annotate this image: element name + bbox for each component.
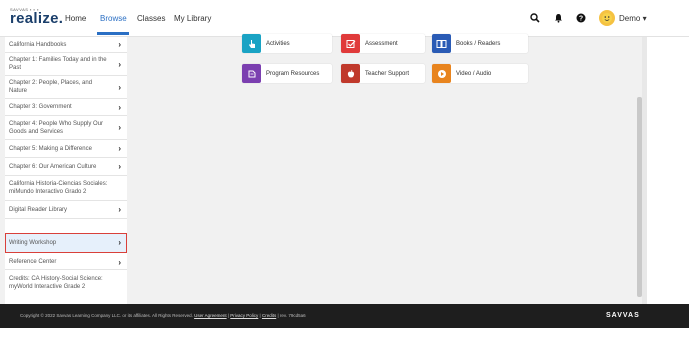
sidebar-item-label: Writing Workshop: [9, 239, 57, 246]
sidebar-item-california-historia[interactable]: California Historia-Ciencias Sociales: m…: [5, 176, 127, 201]
tile-label: Video / Audio: [456, 70, 492, 77]
savvas-footer-logo: SAVVAS: [606, 312, 640, 319]
tile-assessment[interactable]: Assessment: [341, 34, 425, 53]
sidebar-item-chapter-4[interactable]: Chapter 4: People Who Supply Our Goods a…: [5, 116, 127, 140]
sidebar-item-label: California Handbooks: [9, 41, 67, 48]
tile-label: Assessment: [365, 40, 398, 47]
scrollbar-track[interactable]: [642, 37, 647, 304]
chevron-right-icon: ›: [118, 257, 121, 267]
sidebar-item-label: Chapter 1: Families Today and in the Pas…: [9, 57, 107, 71]
sidebar-item-credits[interactable]: Credits: CA History-Social Science: myWo…: [5, 270, 127, 295]
chevron-right-icon: ›: [118, 144, 121, 153]
tile-label: Program Resources: [266, 70, 320, 77]
apple-icon: [341, 64, 360, 83]
chevron-right-icon: ›: [118, 40, 121, 49]
chevron-right-icon: ›: [118, 59, 121, 69]
user-avatar[interactable]: [599, 10, 615, 26]
user-agreement-link[interactable]: User Agreement: [194, 313, 227, 318]
sidebar-item-chapter-5[interactable]: Chapter 5: Making a Difference ›: [5, 140, 127, 158]
svg-text:?: ?: [579, 16, 583, 23]
credits-link[interactable]: Credits: [262, 313, 276, 318]
tile-label: Activities: [266, 40, 290, 47]
tile-label: Books / Readers: [456, 40, 501, 47]
sidebar-item-chapter-1[interactable]: Chapter 1: Families Today and in the Pas…: [5, 53, 127, 76]
nav-my-library[interactable]: My Library: [174, 14, 211, 23]
checkbox-icon: [341, 34, 360, 53]
sidebar-item-label: Chapter 6: Our American Culture: [9, 163, 97, 170]
sidebar-item-digital-reader-library[interactable]: Digital Reader Library ›: [5, 201, 127, 219]
sidebar-item-chapter-3[interactable]: Chapter 3: Government ›: [5, 99, 127, 116]
realize-logo[interactable]: SAVVAS ▪ ▪ ▪ realize.: [10, 7, 63, 31]
chevron-right-icon: ›: [118, 238, 121, 247]
sidebar-item-label: Chapter 2: People, Places, and Nature: [9, 80, 93, 94]
tile-teacher-support[interactable]: Teacher Support: [341, 64, 425, 83]
top-navigation-bar: SAVVAS ▪ ▪ ▪ realize. Home Browse Classe…: [0, 0, 689, 37]
sidebar-item-label: California Historia-Ciencias Sociales: m…: [9, 181, 108, 195]
sidebar-item-reference-center[interactable]: Reference Center ›: [5, 255, 127, 270]
tile-books-readers[interactable]: Books / Readers: [432, 34, 528, 53]
user-menu[interactable]: Demo ▾: [619, 14, 647, 23]
active-tab-indicator: [97, 32, 129, 35]
hand-pointer-icon: [242, 34, 261, 53]
footer: Copyright © 2022 Savvas Learning Company…: [0, 304, 689, 328]
nav-classes[interactable]: Classes: [137, 14, 165, 23]
footer-text: Copyright © 2022 Savvas Learning Company…: [20, 313, 306, 318]
sidebar-item-writing-workshop[interactable]: Writing Workshop ›: [5, 233, 127, 253]
sidebar: California Handbooks › Chapter 1: Famili…: [5, 37, 127, 304]
tile-program-resources[interactable]: Program Resources: [242, 64, 332, 83]
revision-text: rev. 79cd5a6: [279, 313, 306, 318]
help-icon[interactable]: ?: [574, 11, 588, 25]
chevron-right-icon: ›: [118, 162, 121, 171]
logo-realize-text: realize.: [10, 10, 64, 27]
sidebar-item-label: Credits: CA History-Social Science: myWo…: [9, 275, 103, 290]
sidebar-item-california-handbooks[interactable]: California Handbooks ›: [5, 37, 127, 53]
sidebar-item-label: Digital Reader Library: [9, 206, 68, 213]
tile-video-audio[interactable]: Video / Audio: [432, 64, 528, 83]
play-icon: [432, 64, 451, 83]
sidebar-item-label: Reference Center: [9, 259, 57, 265]
copyright-text: Copyright © 2022 Savvas Learning Company…: [20, 313, 193, 318]
nav-home[interactable]: Home: [65, 14, 86, 23]
folder-stack-icon: [242, 64, 261, 83]
privacy-policy-link[interactable]: Privacy Policy: [230, 313, 258, 318]
sidebar-item-chapter-2[interactable]: Chapter 2: People, Places, and Nature ›: [5, 76, 127, 99]
sidebar-item-label: Chapter 4: People Who Supply Our Goods a…: [9, 120, 104, 135]
bell-icon[interactable]: [551, 11, 565, 25]
chevron-right-icon: ›: [118, 123, 121, 132]
tile-activities[interactable]: Activities: [242, 34, 332, 53]
sidebar-item-label: Chapter 5: Making a Difference: [9, 145, 92, 152]
chevron-right-icon: ›: [118, 82, 121, 92]
chevron-right-icon: ›: [118, 205, 121, 214]
chevron-right-icon: ›: [118, 102, 121, 112]
sidebar-item-label: Chapter 3: Government: [9, 104, 72, 110]
sidebar-item-chapter-6[interactable]: Chapter 6: Our American Culture ›: [5, 158, 127, 176]
tile-label: Teacher Support: [365, 70, 410, 77]
book-icon: [432, 34, 451, 53]
scrollbar-thumb[interactable]: [637, 97, 642, 297]
search-icon[interactable]: [528, 11, 542, 25]
nav-browse[interactable]: Browse: [100, 14, 127, 23]
